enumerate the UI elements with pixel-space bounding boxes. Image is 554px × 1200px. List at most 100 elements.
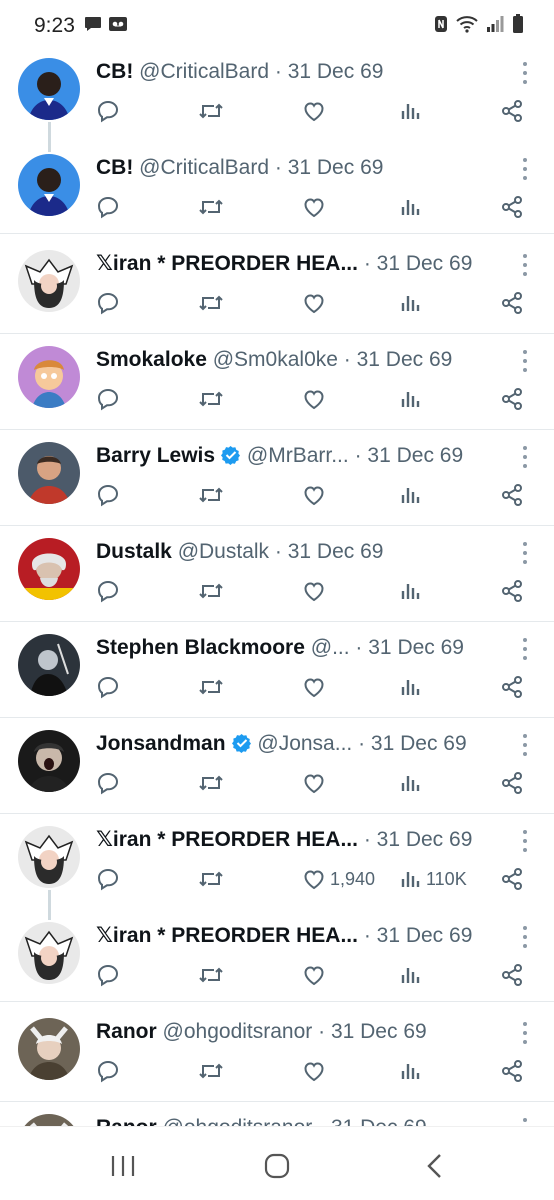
tweet-date[interactable]: · 31 Dec 69 — [364, 828, 473, 851]
like-button[interactable] — [302, 98, 326, 124]
more-options-icon[interactable] — [522, 638, 528, 660]
views-button[interactable]: 110K — [400, 866, 467, 892]
display-name[interactable]: Jonsandman — [96, 732, 226, 755]
avatar[interactable] — [18, 346, 80, 408]
reply-button[interactable] — [96, 1058, 120, 1084]
share-button[interactable] — [500, 194, 524, 220]
more-options-icon[interactable] — [522, 446, 528, 468]
views-button[interactable] — [400, 578, 422, 604]
user-handle[interactable]: @... — [311, 636, 350, 659]
home-icon[interactable] — [262, 1151, 292, 1181]
tweet-date[interactable]: · 31 Dec 69 — [344, 348, 453, 371]
reply-button[interactable] — [96, 770, 120, 796]
share-button[interactable] — [500, 482, 524, 508]
display-name[interactable]: Dustalk — [96, 540, 172, 563]
avatar[interactable] — [18, 154, 80, 216]
display-name[interactable]: Stephen Blackmoore — [96, 636, 305, 659]
display-name[interactable]: 𝕏iran * PREORDER HEA... — [96, 924, 358, 947]
user-handle[interactable]: @Jonsa... — [257, 732, 352, 755]
back-icon[interactable] — [420, 1151, 450, 1181]
tweet-date[interactable]: · 31 Dec 69 — [355, 444, 464, 467]
tweet-date[interactable]: · 31 Dec 69 — [275, 156, 384, 179]
views-button[interactable] — [400, 386, 422, 412]
avatar[interactable] — [18, 250, 80, 312]
like-button[interactable] — [302, 674, 326, 700]
more-options-icon[interactable] — [522, 926, 528, 948]
retweet-button[interactable] — [198, 194, 224, 220]
like-button[interactable] — [302, 1058, 326, 1084]
views-button[interactable] — [400, 482, 422, 508]
tweet-row[interactable]: CB! @CriticalBard · 31 Dec 69 — [0, 46, 554, 152]
reply-button[interactable] — [96, 194, 120, 220]
tweet-date[interactable]: · 31 Dec 69 — [364, 924, 473, 947]
share-button[interactable] — [500, 578, 524, 604]
tweet-row[interactable]: Dustalk @Dustalk · 31 Dec 69 — [0, 526, 554, 622]
more-options-icon[interactable] — [522, 254, 528, 276]
tweet-row[interactable]: 𝕏iran * PREORDER HEA... · 31 Dec 69 1,940… — [0, 814, 554, 920]
share-button[interactable] — [500, 866, 524, 892]
display-name[interactable]: 𝕏iran * PREORDER HEA... — [96, 252, 358, 275]
reply-button[interactable] — [96, 962, 120, 988]
share-button[interactable] — [500, 386, 524, 412]
display-name[interactable]: 𝕏iran * PREORDER HEA... — [96, 828, 358, 851]
reply-button[interactable] — [96, 98, 120, 124]
user-handle[interactable]: @Dustalk — [178, 540, 269, 563]
display-name[interactable]: Barry Lewis — [96, 444, 215, 467]
more-options-icon[interactable] — [522, 830, 528, 852]
tweet-date[interactable]: · 31 Dec 69 — [355, 636, 464, 659]
retweet-button[interactable] — [198, 962, 224, 988]
share-button[interactable] — [500, 1058, 524, 1084]
reply-button[interactable] — [96, 674, 120, 700]
share-button[interactable] — [500, 98, 524, 124]
like-button[interactable] — [302, 482, 326, 508]
tweet-date[interactable]: · 31 Dec 69 — [358, 732, 467, 755]
retweet-button[interactable] — [198, 98, 224, 124]
retweet-button[interactable] — [198, 290, 224, 316]
like-button[interactable] — [302, 962, 326, 988]
share-button[interactable] — [500, 962, 524, 988]
like-button[interactable] — [302, 770, 326, 796]
recent-apps-icon[interactable] — [108, 1151, 138, 1181]
more-options-icon[interactable] — [522, 734, 528, 756]
views-button[interactable] — [400, 770, 422, 796]
user-handle[interactable]: @CriticalBard — [139, 156, 269, 179]
tweet-row[interactable]: Smokaloke @Sm0kal0ke · 31 Dec 69 — [0, 334, 554, 430]
user-handle[interactable]: @ohgoditsranor — [163, 1020, 313, 1043]
tweet-row[interactable]: Stephen Blackmoore @... · 31 Dec 69 — [0, 622, 554, 718]
tweet-date[interactable]: · 31 Dec 69 — [318, 1020, 427, 1043]
more-options-icon[interactable] — [522, 350, 528, 372]
retweet-button[interactable] — [198, 770, 224, 796]
reply-button[interactable] — [96, 386, 120, 412]
more-options-icon[interactable] — [522, 542, 528, 564]
retweet-button[interactable] — [198, 1058, 224, 1084]
views-button[interactable] — [400, 194, 422, 220]
user-handle[interactable]: @Sm0kal0ke — [213, 348, 338, 371]
views-button[interactable] — [400, 290, 422, 316]
more-options-icon[interactable] — [522, 158, 528, 180]
tweet-row[interactable]: Ranor @ohgoditsranor · 31 Dec 69 — [0, 1006, 554, 1102]
share-button[interactable] — [500, 770, 524, 796]
views-button[interactable] — [400, 674, 422, 700]
tweet-date[interactable]: · 31 Dec 69 — [275, 60, 384, 83]
retweet-button[interactable] — [198, 674, 224, 700]
tweet-row[interactable]: Barry Lewis @MrBarr... · 31 Dec 69 — [0, 430, 554, 526]
avatar[interactable] — [18, 634, 80, 696]
share-button[interactable] — [500, 674, 524, 700]
user-handle[interactable]: @MrBarr... — [247, 444, 349, 467]
avatar[interactable] — [18, 826, 80, 888]
display-name[interactable]: Smokaloke — [96, 348, 207, 371]
reply-button[interactable] — [96, 290, 120, 316]
avatar[interactable] — [18, 538, 80, 600]
like-button[interactable]: 1,940 — [302, 866, 375, 892]
more-options-icon[interactable] — [522, 62, 528, 84]
avatar[interactable] — [18, 1018, 80, 1080]
display-name[interactable]: CB! — [96, 60, 133, 83]
more-options-icon[interactable] — [522, 1022, 528, 1044]
like-button[interactable] — [302, 386, 326, 412]
avatar[interactable] — [18, 58, 80, 120]
tweet-row[interactable]: 𝕏iran * PREORDER HEA... · 31 Dec 69 — [0, 238, 554, 334]
views-button[interactable] — [400, 962, 422, 988]
reply-button[interactable] — [96, 866, 120, 892]
reply-button[interactable] — [96, 578, 120, 604]
avatar[interactable] — [18, 730, 80, 792]
